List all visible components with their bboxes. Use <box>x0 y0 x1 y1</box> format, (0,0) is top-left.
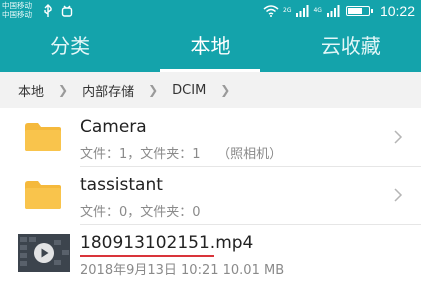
chevron-right-icon <box>394 130 403 144</box>
folder-icon <box>25 123 61 151</box>
file-meta: 文件：1，文件夹：1 （照相机） <box>80 147 283 162</box>
battery-fill <box>347 8 362 14</box>
carrier-label-top: 中国移动 <box>2 1 32 10</box>
filename-underline <box>80 255 214 257</box>
chevron-right-icon: ❯ <box>220 83 231 97</box>
tab-local[interactable]: 本地 <box>140 24 280 72</box>
status-bar: 中国移动 中国移动 2G 4G 10:22 <box>0 0 421 22</box>
breadcrumb: 本地 ❯ 内部存储 ❯ DCIM ❯ <box>0 72 421 108</box>
status-right: 2G 4G 10:22 <box>263 2 415 20</box>
file-meta: 文件：0，文件夹：0 <box>80 205 201 220</box>
battery-icon <box>345 6 373 16</box>
video-thumbnail <box>18 234 70 272</box>
notification-app-icon <box>61 5 73 17</box>
file-name: tassistant <box>80 175 163 195</box>
list-item-tassistant[interactable]: tassistant 文件：0，文件夹：0 <box>0 166 421 224</box>
chevron-right-icon: ❯ <box>58 83 69 97</box>
breadcrumb-local[interactable]: 本地 <box>18 81 44 100</box>
carrier-label-bottom: 中国移动 <box>2 10 32 19</box>
folder-icon <box>25 181 61 209</box>
tab-bar: 分类 本地 云收藏 <box>0 24 421 72</box>
file-name: 180913102151.mp4 <box>80 233 254 253</box>
network-2g-label: 2G <box>283 7 292 14</box>
signal-icon <box>296 5 309 17</box>
app-header: 中国移动 中国移动 2G 4G 10:22 分类 本地 云收藏 <box>0 0 421 72</box>
breadcrumb-dcim[interactable]: DCIM <box>172 83 206 98</box>
breadcrumb-internal-storage[interactable]: 内部存储 <box>82 81 134 100</box>
tab-category[interactable]: 分类 <box>0 24 140 72</box>
network-4g-label: 4G <box>313 7 322 14</box>
status-time: 10:22 <box>379 3 415 19</box>
chevron-right-icon: ❯ <box>148 83 159 97</box>
carrier-labels: 中国移动 中国移动 <box>2 1 32 19</box>
usb-icon <box>44 4 52 17</box>
file-name: Camera <box>80 117 147 137</box>
signal-icon-2 <box>326 5 340 17</box>
wifi-icon <box>263 5 279 17</box>
chevron-right-icon <box>394 188 403 202</box>
play-icon <box>34 243 54 263</box>
list-item-camera[interactable]: Camera 文件：1，文件夹：1 （照相机） <box>0 108 421 166</box>
list-item-video[interactable]: 180913102151.mp4 2018年9月13日 10:21 10.01 … <box>0 224 421 282</box>
file-meta: 2018年9月13日 10:21 10.01 MB <box>80 263 285 278</box>
notification-icons <box>43 4 73 18</box>
tab-cloud-favorites[interactable]: 云收藏 <box>281 24 421 72</box>
